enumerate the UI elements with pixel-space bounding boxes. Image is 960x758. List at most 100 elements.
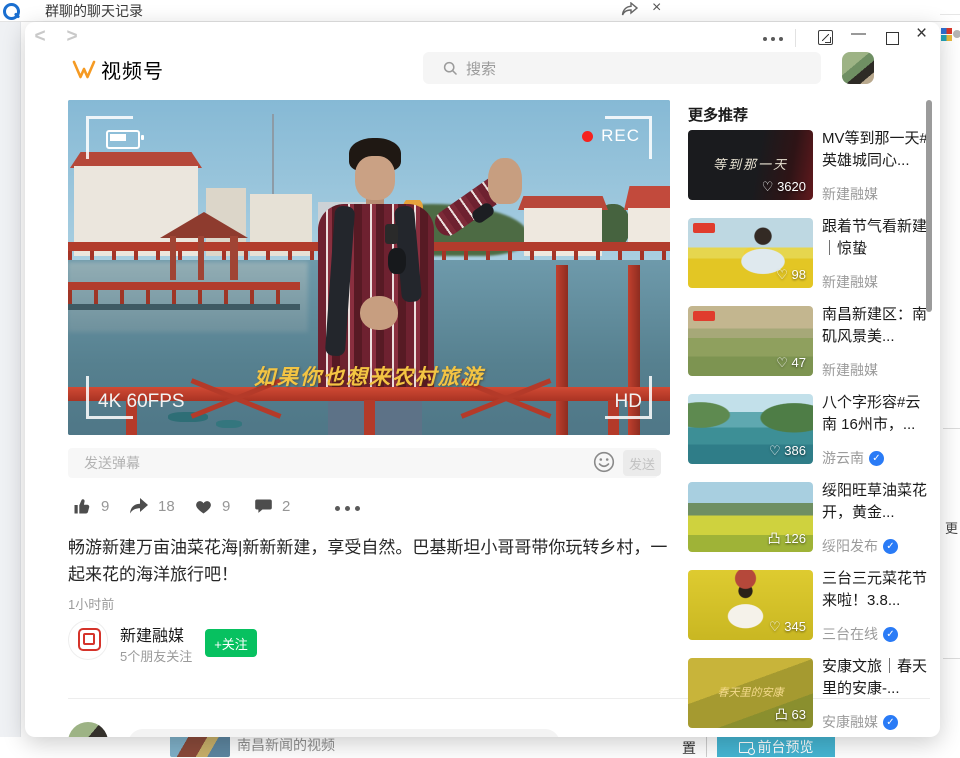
forward-icon[interactable]: > xyxy=(62,26,82,48)
danmaku-placeholder: 发送弹幕 xyxy=(84,453,140,473)
recommendation-item[interactable]: ♡ 98 跟着节气看新建｜惊蛰 新建融媒 xyxy=(688,218,932,292)
maximize-icon[interactable] xyxy=(886,32,899,45)
heart-icon xyxy=(193,496,214,516)
search-placeholder: 搜索 xyxy=(466,58,496,79)
front-preview-button[interactable]: 前台预览 xyxy=(717,737,835,757)
pop-out-icon[interactable] xyxy=(818,30,833,45)
close-icon[interactable]: × xyxy=(916,23,927,45)
recommendation-author: 新建融媒 xyxy=(822,184,878,204)
heart-icon: ♡ xyxy=(776,355,788,370)
background-right-divider xyxy=(943,658,960,659)
send-button[interactable]: 发送 xyxy=(623,450,661,476)
comment-input[interactable] xyxy=(128,729,560,737)
recommendation-title[interactable]: 安康文旅｜春天里的安康-... xyxy=(822,656,934,700)
thumb-icon: 凸 xyxy=(768,531,781,546)
account-avatar[interactable] xyxy=(68,620,108,660)
background-video-label[interactable]: 南昌新闻的视频 xyxy=(237,735,335,755)
comment-stat[interactable]: 2 xyxy=(253,496,290,516)
video-thumbnail[interactable]: ♡ 98 xyxy=(688,218,813,288)
recommendation-author: 三台在线 xyxy=(822,624,878,644)
sidebar-scrollbar[interactable] xyxy=(926,100,932,312)
recommendation-item[interactable]: ♡ 47 南昌新建区：南矶风景美... 新建融媒 xyxy=(688,306,932,380)
more-menu-icon[interactable] xyxy=(763,37,783,41)
share-arrow-icon xyxy=(128,496,150,516)
recommendation-title[interactable]: 跟着节气看新建｜惊蛰 xyxy=(822,216,934,260)
thumbs-up-icon xyxy=(72,496,93,516)
background-chat-title: 群聊的聊天记录 xyxy=(45,1,143,21)
extension-icon[interactable] xyxy=(941,28,952,41)
channels-logo-icon xyxy=(71,59,97,81)
profile-dot-icon[interactable] xyxy=(953,30,960,38)
recommendation-title[interactable]: 绥阳旺草油菜花开，黄金... xyxy=(822,480,934,524)
video-thumbnail[interactable]: ♡ 47 xyxy=(688,306,813,376)
thumbnail-overlay-text: 等到那一天 xyxy=(688,154,813,173)
danmaku-input[interactable]: 发送弹幕 xyxy=(68,448,658,478)
timestamp: 1小时前 xyxy=(68,594,114,613)
recommendation-title[interactable]: 三台三元菜花节来啦！3.8... xyxy=(822,568,934,612)
emoji-icon[interactable] xyxy=(593,451,615,473)
hd-label: HD xyxy=(615,391,642,413)
resolution-label: 4K 60FPS xyxy=(98,391,185,413)
verified-badge-icon: ✓ xyxy=(883,539,898,554)
follow-button[interactable]: +关注 xyxy=(205,629,257,657)
user-avatar[interactable] xyxy=(842,52,874,84)
video-thumbnail[interactable]: 凸 126 xyxy=(688,482,813,552)
video-player[interactable]: REC 4K 60FPS HD 如果你也想来农村旅游 xyxy=(68,100,670,435)
preview-monitor-icon xyxy=(739,742,753,753)
verified-badge-icon: ✓ xyxy=(883,715,898,730)
presenter-face xyxy=(355,156,395,200)
front-preview-label: 前台预览 xyxy=(758,737,814,757)
recommendation-item[interactable]: 凸 126 绥阳旺草油菜花开，黄金... 绥阳发布 ✓ xyxy=(688,482,932,556)
share-stat[interactable]: 18 xyxy=(128,496,175,516)
video-thumbnail[interactable]: 等到那一天 ♡ 3620 xyxy=(688,130,813,200)
recommendation-item[interactable]: 等到那一天 ♡ 3620 MV等到那一天#英雄城同心... 新建融媒 xyxy=(688,130,932,204)
like-count: 3620 xyxy=(777,179,806,194)
rec-dot-icon xyxy=(582,131,593,142)
background-close-icon[interactable]: × xyxy=(652,0,661,17)
back-icon[interactable]: < xyxy=(30,26,50,48)
heart-icon: ♡ xyxy=(762,179,774,194)
rec-indicator: REC xyxy=(582,126,640,146)
like-count: 47 xyxy=(792,355,806,370)
video-thumbnail[interactable]: 春天里的安康 凸 63 xyxy=(688,658,813,728)
video-thumbnail[interactable]: ♡ 386 xyxy=(688,394,813,464)
heart-icon: ♡ xyxy=(769,443,781,458)
verified-badge-icon: ✓ xyxy=(869,451,884,466)
account-logo-icon xyxy=(78,628,101,651)
recommendation-title[interactable]: 南昌新建区：南矶风景美... xyxy=(822,304,934,348)
comment-count: 2 xyxy=(282,498,290,515)
friends-follow-label: 5个朋友关注 xyxy=(120,646,192,665)
background-right-divider xyxy=(943,428,960,429)
clip-mic xyxy=(385,224,398,244)
brand-name: 视频号 xyxy=(101,55,164,84)
heart-stat[interactable]: 9 xyxy=(193,496,230,516)
forward-share-icon[interactable] xyxy=(621,2,639,16)
account-name[interactable]: 新建融媒 xyxy=(120,622,184,646)
rec-label: REC xyxy=(601,126,640,146)
recommendation-author: 新建融媒 xyxy=(822,360,878,380)
minimize-icon[interactable]: — xyxy=(851,25,866,42)
comment-icon xyxy=(253,496,274,516)
more-actions-icon[interactable] xyxy=(335,506,360,511)
heart-icon: ♡ xyxy=(769,619,781,634)
thumb-icon: 凸 xyxy=(775,707,788,722)
commenter-avatar[interactable] xyxy=(68,722,108,737)
channels-logo[interactable]: 视频号 xyxy=(71,55,164,84)
like-count: 63 xyxy=(792,707,806,722)
heart-count: 9 xyxy=(222,498,230,515)
search-icon xyxy=(443,61,458,76)
thumbnail-overlay-text: 春天里的安康 xyxy=(688,684,813,700)
like-stat[interactable]: 9 xyxy=(72,496,109,516)
recommendation-title[interactable]: 八个字形容#云南 16州市，... xyxy=(822,392,934,436)
recommendation-item[interactable]: ♡ 345 三台三元菜花节来啦！3.8... 三台在线 ✓ xyxy=(688,570,932,644)
heart-icon: ♡ xyxy=(776,267,788,282)
search-input[interactable]: 搜索 xyxy=(423,52,821,84)
battery-icon xyxy=(106,130,140,149)
recommendation-item[interactable]: 春天里的安康 凸 63 安康文旅｜春天里的安康-... 安康融媒 ✓ xyxy=(688,658,932,732)
video-thumbnail[interactable]: ♡ 345 xyxy=(688,570,813,640)
recommendation-author: 绥阳发布 xyxy=(822,536,878,556)
recommendation-title[interactable]: MV等到那一天#英雄城同心... xyxy=(822,128,934,172)
recommendation-item[interactable]: ♡ 386 八个字形容#云南 16州市，... 游云南 ✓ xyxy=(688,394,932,468)
like-count: 345 xyxy=(784,619,806,634)
verified-badge-icon: ✓ xyxy=(883,627,898,642)
